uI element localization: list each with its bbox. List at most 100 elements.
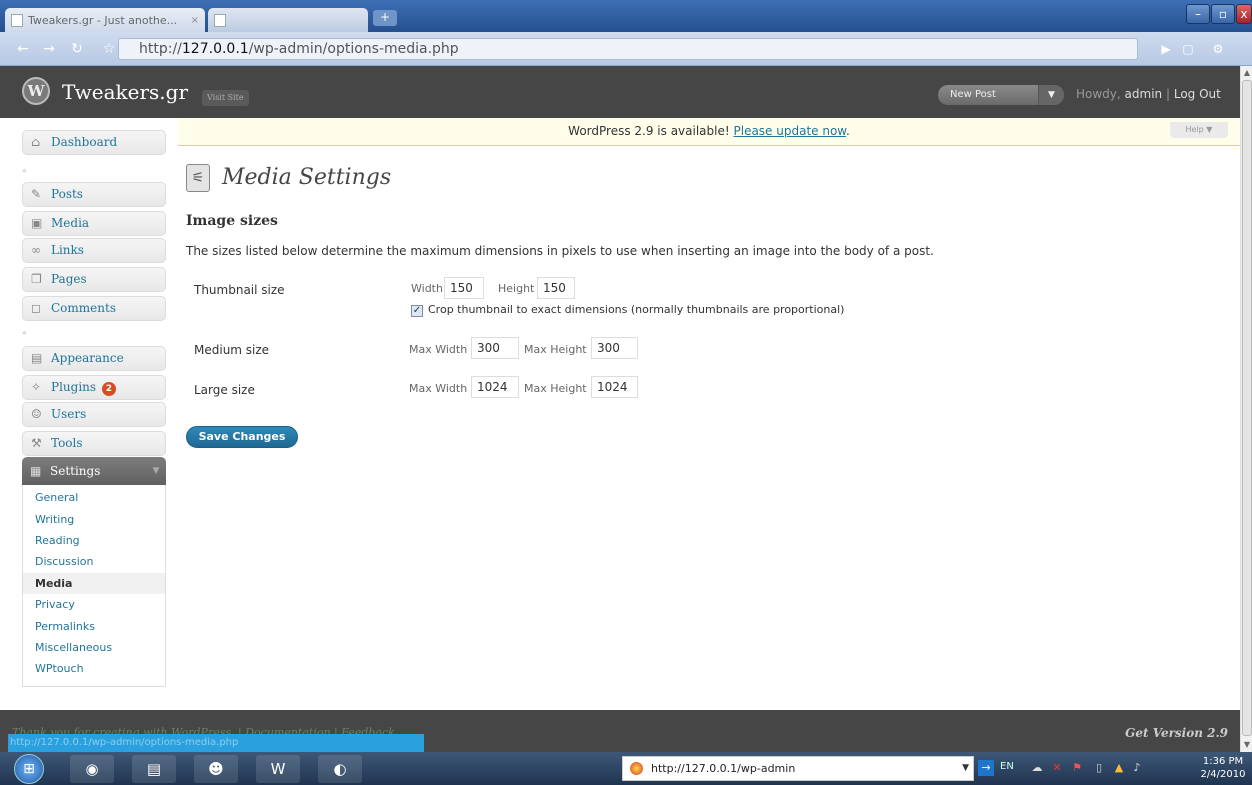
update-now-link[interactable]: Please update now xyxy=(734,124,847,138)
update-nag-suffix: . xyxy=(846,124,850,138)
messenger-taskbar-icon[interactable]: ☻ xyxy=(194,755,238,783)
scroll-down-arrow-icon[interactable]: ▼ xyxy=(1241,738,1252,752)
new-post-button[interactable]: New Post ▼ xyxy=(938,85,1064,105)
submenu-general[interactable]: General xyxy=(23,487,165,508)
medium-size-label: Medium size xyxy=(194,343,270,357)
section-title: Image sizes xyxy=(186,213,278,229)
submenu-discussion[interactable]: Discussion xyxy=(23,551,165,572)
wrench-icon[interactable]: ⚙ xyxy=(1210,41,1226,57)
menu-plugins[interactable]: ✧ Plugins 2 xyxy=(22,375,166,400)
language-indicator[interactable]: EN xyxy=(1000,761,1014,772)
separator: | xyxy=(1165,87,1171,101)
logout-link[interactable]: Log Out xyxy=(1174,87,1221,101)
browser-toolbar: ← → ↻ ☆ http://127.0.0.1/wp-admin/option… xyxy=(0,32,1252,66)
large-width-input[interactable]: 1024 xyxy=(471,376,519,398)
chevron-down-icon[interactable]: ▼ xyxy=(1038,85,1064,105)
menu-dashboard[interactable]: ⌂ Dashboard xyxy=(22,130,166,155)
medium-height-input[interactable]: 300 xyxy=(591,337,638,359)
large-height-label: Max Height xyxy=(524,382,587,395)
forward-arrow-icon[interactable]: → xyxy=(40,41,58,57)
volume-tray-icon[interactable]: ♪ xyxy=(1130,761,1144,775)
page-favicon-icon xyxy=(11,13,23,27)
chevron-down-icon[interactable]: ▼ xyxy=(146,457,166,485)
new-tab-button[interactable]: + xyxy=(373,10,397,26)
submenu-wptouch[interactable]: WPtouch xyxy=(23,658,165,679)
submenu-reading[interactable]: Reading xyxy=(23,530,165,551)
chevron-down-icon[interactable]: ▼ xyxy=(962,757,969,780)
wp-header: W Tweakers.gr Visit Site New Post ▼ Howd… xyxy=(0,66,1240,118)
go-arrow-icon[interactable]: → xyxy=(978,760,994,776)
page-scrollbar[interactable]: ▲ ▼ xyxy=(1240,66,1252,752)
battery-tray-icon[interactable]: ▯ xyxy=(1092,761,1106,775)
menu-label: Comments xyxy=(51,301,116,315)
scroll-up-arrow-icon[interactable]: ▲ xyxy=(1241,66,1252,80)
menu-links[interactable]: ∞ Links xyxy=(22,238,166,263)
back-arrow-icon[interactable]: ← xyxy=(14,41,32,57)
menu-media[interactable]: ▣ Media xyxy=(22,211,166,236)
menu-appearance[interactable]: ▤ Appearance xyxy=(22,346,166,371)
settings-icon: ▦ xyxy=(30,464,42,478)
explorer-taskbar-icon[interactable]: ▤ xyxy=(132,755,176,783)
menu-separator[interactable]: « xyxy=(22,328,166,338)
menu-posts[interactable]: ✎ Posts xyxy=(22,182,166,207)
large-height-input[interactable]: 1024 xyxy=(591,376,638,398)
browser-tab-new[interactable] xyxy=(208,8,368,32)
browser-tab-active[interactable]: Tweakers.gr - Just anothe... × xyxy=(5,8,205,32)
menu-comments[interactable]: ◻ Comments xyxy=(22,296,166,321)
media-settings-icon: ⚟ xyxy=(186,164,210,192)
crop-thumbnail-checkbox[interactable]: ✓ xyxy=(411,305,423,317)
page-menu-icon[interactable]: ▢ xyxy=(1180,41,1196,57)
clock-date: 2/4/2010 xyxy=(1200,769,1246,780)
antivirus-tray-icon[interactable]: ✕ xyxy=(1050,761,1064,775)
pages-icon: ❐ xyxy=(31,272,42,286)
windows-start-icon[interactable]: ⊞ xyxy=(14,754,44,784)
submenu-privacy[interactable]: Privacy xyxy=(23,594,165,615)
thumbnail-height-input[interactable]: 150 xyxy=(537,277,575,299)
menu-settings[interactable]: ▦ Settings ▼ xyxy=(22,457,166,485)
windows-taskbar: ⊞ ◉ ▤ ☻ W ◐ http://127.0.0.1/wp-admin ▼ … xyxy=(0,752,1252,785)
username-link[interactable]: admin xyxy=(1125,87,1163,101)
window-maximize-button[interactable]: ▫ xyxy=(1211,4,1235,24)
home-icon: ⌂ xyxy=(31,135,41,149)
menu-label: Settings xyxy=(50,464,101,478)
submenu-miscellaneous[interactable]: Miscellaneous xyxy=(23,637,165,658)
menu-label: Tools xyxy=(51,436,83,450)
menu-users[interactable]: ☺ Users xyxy=(22,402,166,427)
save-changes-button[interactable]: Save Changes xyxy=(186,426,298,448)
submenu-permalinks[interactable]: Permalinks xyxy=(23,616,165,637)
address-bar[interactable]: http://127.0.0.1/wp-admin/options-media.… xyxy=(118,38,1138,60)
menu-tools[interactable]: ⚒ Tools xyxy=(22,431,166,456)
menu-label: Users xyxy=(51,407,87,421)
section-description: The sizes listed below determine the max… xyxy=(186,244,934,258)
word-taskbar-icon[interactable]: W xyxy=(256,755,300,783)
scrollbar-thumb[interactable] xyxy=(1242,80,1252,736)
menu-label: Plugins xyxy=(51,380,97,394)
cloud-tray-icon[interactable]: ☁ xyxy=(1030,761,1044,775)
footer-version-link[interactable]: Get Version 2.9 xyxy=(1125,726,1228,740)
menu-separator[interactable]: « xyxy=(22,166,166,176)
media-player-taskbar-icon[interactable]: ◐ xyxy=(318,755,362,783)
submenu-writing[interactable]: Writing xyxy=(23,509,165,530)
reload-icon[interactable]: ↻ xyxy=(68,41,86,57)
play-icon[interactable]: ▶ xyxy=(1158,41,1174,57)
window-minimize-button[interactable]: – xyxy=(1186,4,1210,24)
menu-pages[interactable]: ❐ Pages xyxy=(22,267,166,292)
site-title[interactable]: Tweakers.gr xyxy=(62,80,188,104)
submenu-media-current[interactable]: Media xyxy=(23,573,165,594)
menu-label: Posts xyxy=(51,187,83,201)
visit-site-button[interactable]: Visit Site xyxy=(202,90,249,106)
tab-close-icon[interactable]: × xyxy=(191,15,199,26)
window-close-button[interactable]: x xyxy=(1236,4,1252,24)
chrome-taskbar-icon[interactable]: ◉ xyxy=(70,755,114,783)
flag-tray-icon[interactable]: ⚑ xyxy=(1070,761,1084,775)
system-clock[interactable]: 1:36 PM 2/4/2010 xyxy=(1198,755,1248,781)
taskbar-address-box[interactable]: http://127.0.0.1/wp-admin ▼ xyxy=(622,756,974,781)
browser-tab-strip: Tweakers.gr - Just anothe... × + – ▫ x xyxy=(0,0,1252,32)
page-favicon-icon xyxy=(214,13,226,27)
medium-width-input[interactable]: 300 xyxy=(471,337,519,359)
update-nag: WordPress 2.9 is available! Please updat… xyxy=(178,118,1240,146)
thumbnail-width-input[interactable]: 150 xyxy=(444,277,484,299)
bookmark-star-icon[interactable]: ☆ xyxy=(100,41,118,57)
help-button[interactable]: Help ▼ xyxy=(1170,122,1228,138)
network-tray-icon[interactable]: ▲ xyxy=(1112,761,1126,775)
